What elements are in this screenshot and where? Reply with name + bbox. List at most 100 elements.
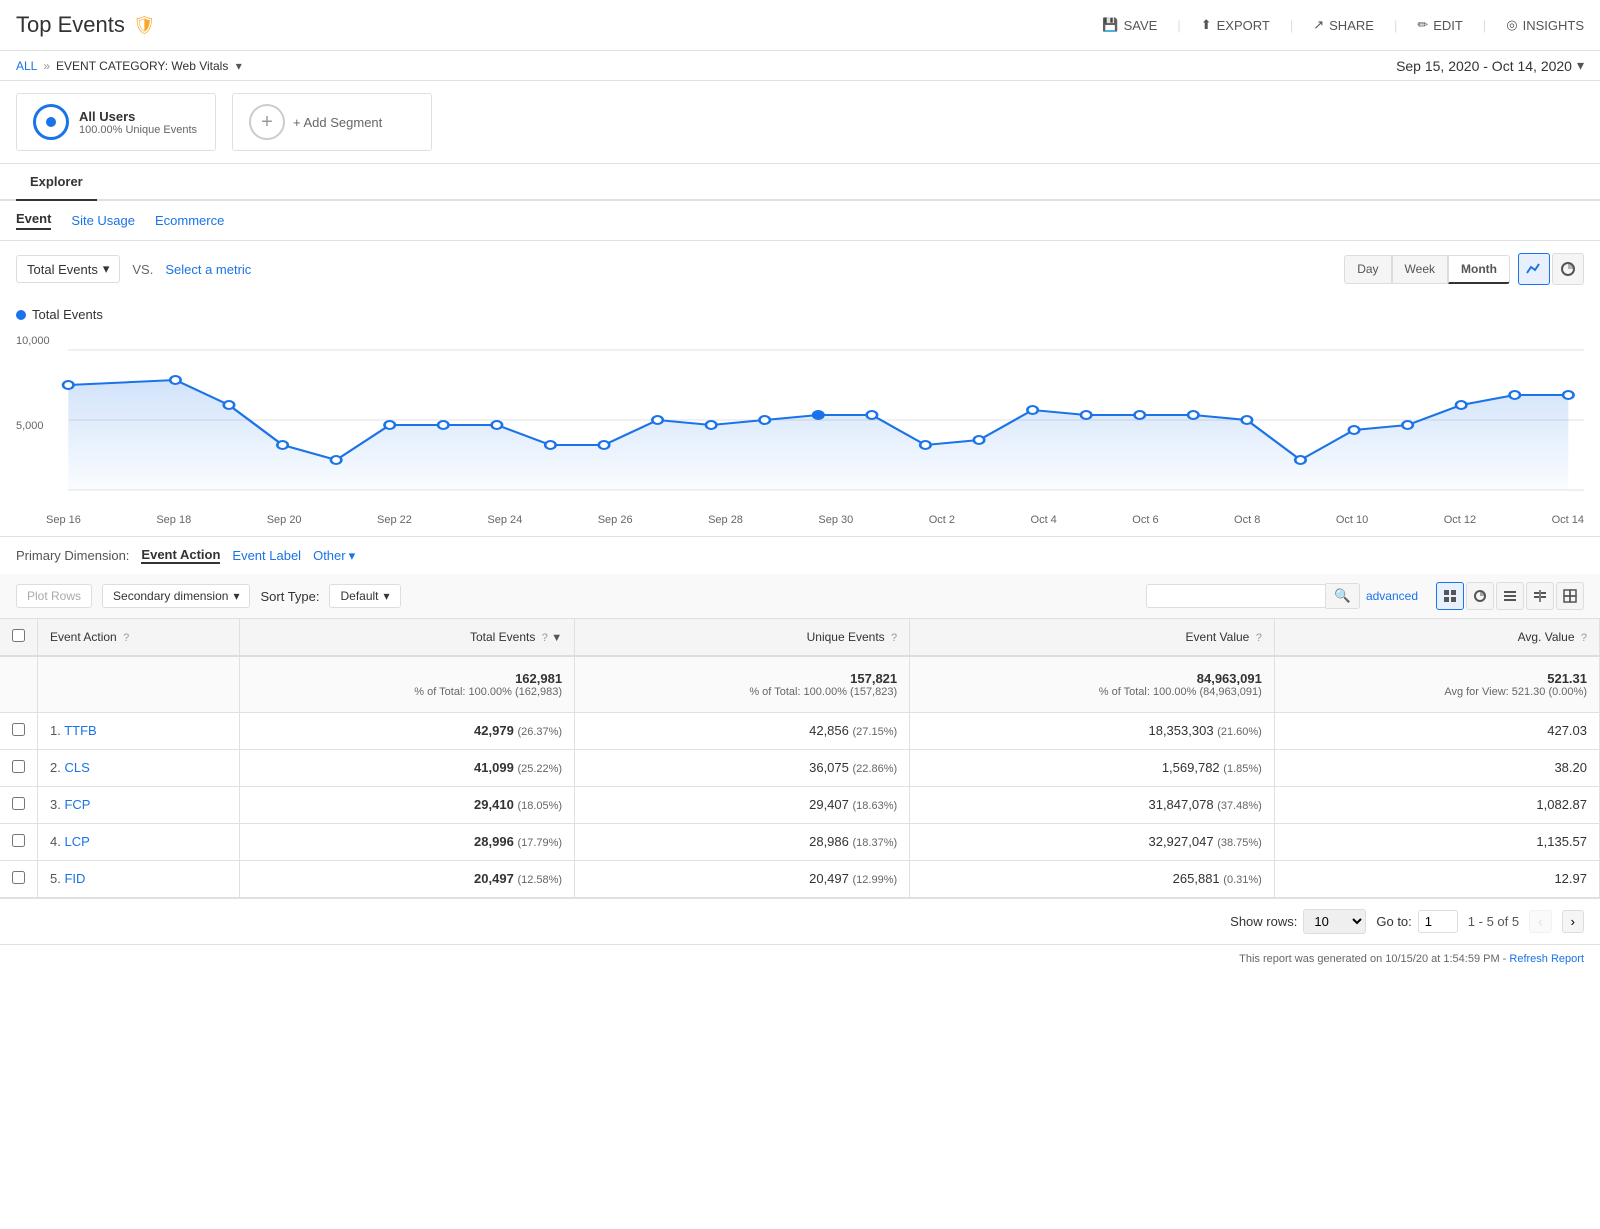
sort-type-dropdown[interactable]: Default bbox=[329, 584, 400, 608]
page-range: 1 - 5 of 5 bbox=[1468, 914, 1519, 929]
row2-checkbox[interactable] bbox=[12, 760, 25, 773]
legend-label: Total Events bbox=[32, 307, 103, 322]
list-view-btn[interactable] bbox=[1496, 582, 1524, 610]
table-row: 1. TTFB 42,979 (26.37%) 42,856 (27.15%) … bbox=[0, 713, 1600, 750]
insights-button[interactable]: ◎ INSIGHTS bbox=[1506, 17, 1584, 33]
legend-dot bbox=[16, 310, 26, 320]
row2-action-link[interactable]: CLS bbox=[64, 760, 89, 775]
data-table-container: Event Action ? Total Events ? ▼ Unique E… bbox=[0, 619, 1600, 898]
x-label: Sep 22 bbox=[377, 514, 412, 526]
primary-dimension-bar: Primary Dimension: Event Action Event La… bbox=[0, 537, 1600, 574]
dim-other-arrow bbox=[349, 548, 356, 564]
x-label: Sep 26 bbox=[598, 514, 633, 526]
row3-avg-value: 1,082.87 bbox=[1274, 787, 1599, 824]
subtab-ecommerce[interactable]: Ecommerce bbox=[155, 213, 224, 228]
subtab-event[interactable]: Event bbox=[16, 211, 51, 230]
breadcrumb-all[interactable]: ALL bbox=[16, 59, 37, 73]
th-help-avg-value[interactable]: ? bbox=[1581, 632, 1587, 644]
secondary-dimension-dropdown[interactable]: Secondary dimension bbox=[102, 584, 250, 608]
row5-checkbox-cell bbox=[0, 861, 38, 898]
pivot-view-btn[interactable] bbox=[1556, 582, 1584, 610]
edit-button[interactable]: ✏ EDIT bbox=[1417, 17, 1463, 33]
row2-checkbox-cell bbox=[0, 750, 38, 787]
rows-per-page-select[interactable]: 10 25 100 500 1000 5000 bbox=[1303, 909, 1366, 934]
chart-view-controls: Day Week Month bbox=[1344, 253, 1584, 285]
goto-input[interactable] bbox=[1418, 910, 1458, 933]
export-button[interactable]: ⬆ EXPORT bbox=[1201, 17, 1270, 33]
th-help-total-events[interactable]: ? bbox=[542, 632, 548, 644]
table-row: 4. LCP 28,996 (17.79%) 28,986 (18.37%) 3… bbox=[0, 824, 1600, 861]
row3-action-link[interactable]: FCP bbox=[64, 797, 90, 812]
events-table: Event Action ? Total Events ? ▼ Unique E… bbox=[0, 619, 1600, 898]
advanced-link[interactable]: advanced bbox=[1366, 589, 1418, 603]
row4-checkbox[interactable] bbox=[12, 834, 25, 847]
row3-checkbox[interactable] bbox=[12, 797, 25, 810]
chart-area: Total Events 10,000 5,000 bbox=[0, 297, 1600, 537]
metric-dropdown[interactable]: Total Events bbox=[16, 255, 120, 283]
add-segment-button[interactable]: + + Add Segment bbox=[232, 93, 432, 151]
show-rows-label: Show rows: bbox=[1230, 914, 1297, 929]
subtabs-bar: Event Site Usage Ecommerce bbox=[0, 201, 1600, 241]
data-table-view-btn[interactable] bbox=[1436, 582, 1464, 610]
th-help-unique-events[interactable]: ? bbox=[891, 632, 897, 644]
header-actions: 💾 SAVE | ⬆ EXPORT | ↗ SHARE | ✏ EDIT | ◎… bbox=[1102, 17, 1584, 33]
pie-view-btn[interactable] bbox=[1466, 582, 1494, 610]
date-range-arrow[interactable] bbox=[1577, 57, 1584, 74]
th-total-events: Total Events ? ▼ bbox=[240, 619, 575, 656]
chart-controls: Total Events VS. Select a metric Day Wee… bbox=[0, 241, 1600, 297]
plot-rows-button[interactable]: Plot Rows bbox=[16, 584, 92, 608]
time-btn-week[interactable]: Week bbox=[1392, 255, 1448, 284]
select-all-checkbox[interactable] bbox=[12, 629, 25, 642]
header: Top Events 🛡 💾 SAVE | ⬆ EXPORT | ↗ SHARE… bbox=[0, 0, 1600, 51]
row4-event-value: 32,927,047 (38.75%) bbox=[910, 824, 1275, 861]
metric-label: Total Events bbox=[27, 262, 98, 277]
row2-avg-value: 38.20 bbox=[1274, 750, 1599, 787]
refresh-report-link[interactable]: Refresh Report bbox=[1509, 953, 1584, 965]
search-button[interactable]: 🔍 bbox=[1326, 583, 1360, 609]
dim-event-label[interactable]: Event Label bbox=[232, 548, 301, 563]
row1-event-value: 18,353,303 (21.60%) bbox=[910, 713, 1275, 750]
row5-checkbox[interactable] bbox=[12, 871, 25, 884]
row5-total-events: 20,497 (12.58%) bbox=[240, 861, 575, 898]
all-users-segment[interactable]: All Users 100.00% Unique Events bbox=[16, 93, 216, 151]
segment-pct: 100.00% Unique Events bbox=[79, 124, 197, 136]
row1-avg-value: 427.03 bbox=[1274, 713, 1599, 750]
th-help-event-action[interactable]: ? bbox=[123, 632, 129, 644]
row1-action-link[interactable]: TTFB bbox=[64, 723, 97, 738]
x-label: Oct 2 bbox=[929, 514, 955, 526]
explorer-tab[interactable]: Explorer bbox=[16, 164, 97, 201]
summary-label-cell bbox=[38, 656, 240, 713]
segments-bar: All Users 100.00% Unique Events + + Add … bbox=[0, 81, 1600, 164]
chart-y-label-10k: 10,000 bbox=[16, 335, 50, 347]
prev-page-button[interactable]: ‹ bbox=[1529, 910, 1551, 933]
dim-event-action[interactable]: Event Action bbox=[141, 547, 220, 564]
compare-view-btn[interactable] bbox=[1526, 582, 1554, 610]
share-button[interactable]: ↗ SHARE bbox=[1313, 17, 1374, 33]
time-btn-day[interactable]: Day bbox=[1344, 255, 1391, 284]
row3-unique-events: 29,407 (18.63%) bbox=[575, 787, 910, 824]
row5-action-link[interactable]: FID bbox=[64, 871, 85, 886]
row2-action-cell: 2. CLS bbox=[38, 750, 240, 787]
row4-unique-events: 28,986 (18.37%) bbox=[575, 824, 910, 861]
row1-checkbox-cell bbox=[0, 713, 38, 750]
dim-other[interactable]: Other bbox=[313, 548, 355, 564]
row4-action-link[interactable]: LCP bbox=[64, 834, 89, 849]
search-input[interactable] bbox=[1146, 584, 1326, 608]
row4-checkbox-cell bbox=[0, 824, 38, 861]
save-button[interactable]: 💾 SAVE bbox=[1102, 17, 1157, 33]
metric-dropdown-arrow bbox=[103, 261, 110, 277]
line-chart-btn[interactable] bbox=[1518, 253, 1550, 285]
page-title-text: Top Events bbox=[16, 12, 125, 38]
th-help-event-value[interactable]: ? bbox=[1256, 632, 1262, 644]
x-label: Oct 14 bbox=[1552, 514, 1584, 526]
time-btn-month[interactable]: Month bbox=[1448, 255, 1510, 284]
pie-chart-btn[interactable] bbox=[1552, 253, 1584, 285]
segment-name: All Users bbox=[79, 109, 197, 124]
select-metric[interactable]: Select a metric bbox=[165, 262, 251, 277]
breadcrumb-dropdown-arrow[interactable] bbox=[236, 59, 242, 73]
subtab-site-usage[interactable]: Site Usage bbox=[71, 213, 135, 228]
next-page-button[interactable]: › bbox=[1562, 910, 1584, 933]
chart-svg bbox=[16, 330, 1584, 510]
segment-info: All Users 100.00% Unique Events bbox=[79, 109, 197, 136]
row1-checkbox[interactable] bbox=[12, 723, 25, 736]
